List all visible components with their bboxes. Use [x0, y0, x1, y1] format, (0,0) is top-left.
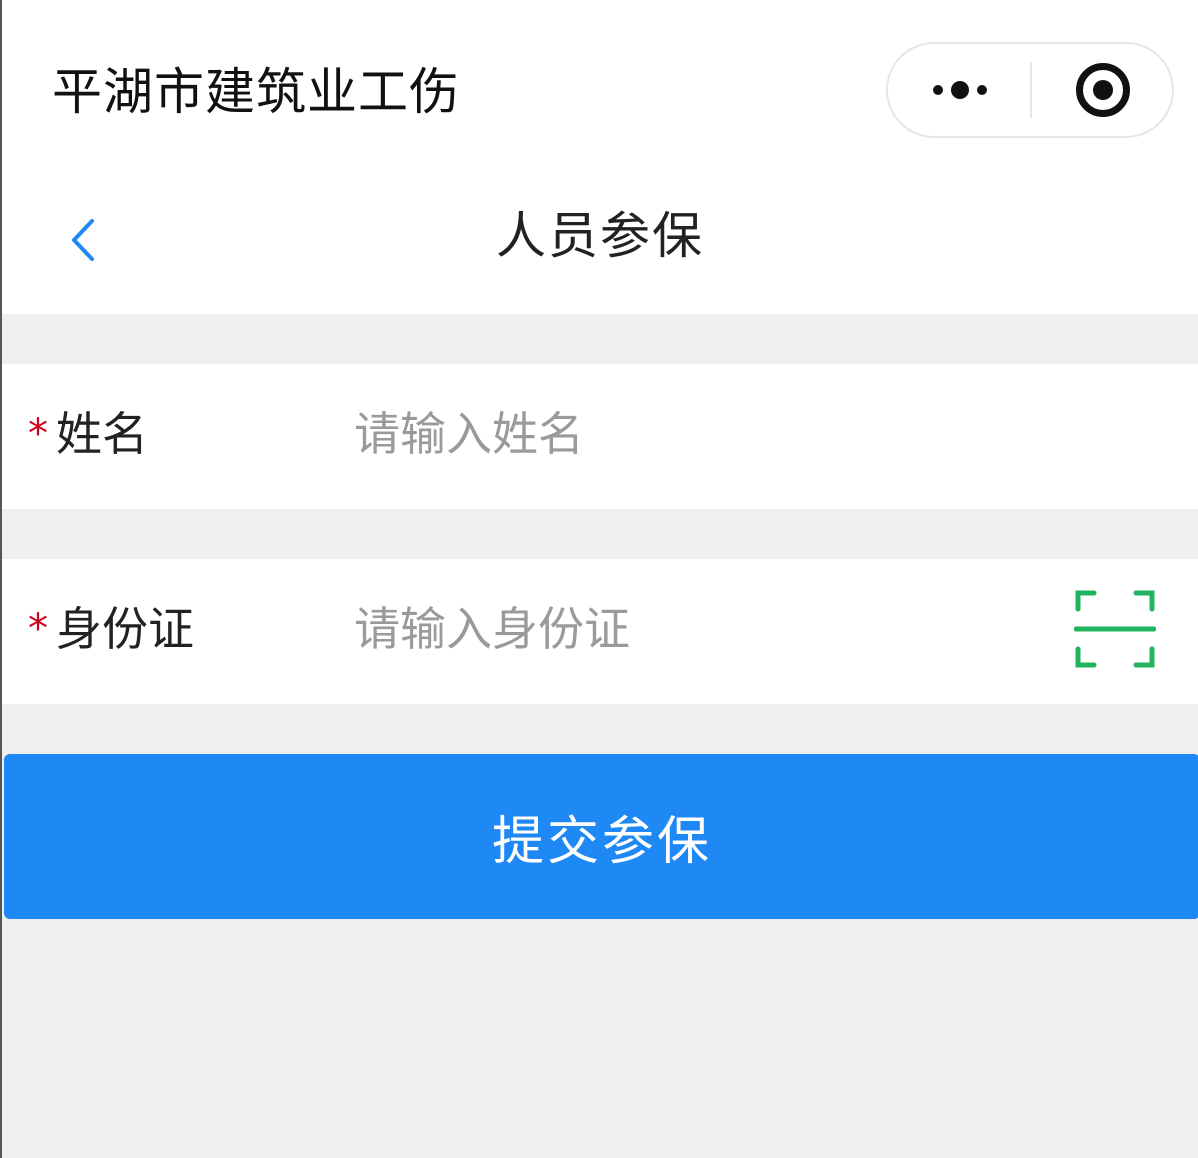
scan-icon [1073, 590, 1157, 668]
more-dots-icon [932, 85, 943, 95]
page: 平湖市建筑业工伤 人员参保 * 姓名 * 身份证 [0, 0, 1198, 1158]
more-button[interactable] [888, 44, 1031, 136]
app-title: 平湖市建筑业工伤 [52, 63, 460, 121]
page-title: 人员参保 [496, 207, 704, 265]
id-card-input[interactable] [354, 599, 1034, 659]
target-circle-icon [1076, 63, 1130, 117]
name-input[interactable] [354, 404, 1034, 464]
miniprogram-capsule [886, 42, 1174, 138]
close-miniprogram-button[interactable] [1032, 44, 1174, 136]
required-mark: * [28, 606, 48, 652]
scan-id-button[interactable] [1073, 589, 1157, 669]
name-label: 姓名 [56, 407, 148, 461]
id-card-label: 身份证 [56, 602, 194, 656]
submit-button[interactable]: 提交参保 [4, 754, 1198, 919]
more-dots-icon [976, 85, 987, 95]
required-mark: * [28, 411, 48, 457]
top-header: 平湖市建筑业工伤 人员参保 [2, 0, 1198, 314]
id-card-row: * 身份证 [2, 559, 1198, 704]
name-row: * 姓名 [2, 364, 1198, 509]
more-dots-icon [950, 81, 969, 99]
